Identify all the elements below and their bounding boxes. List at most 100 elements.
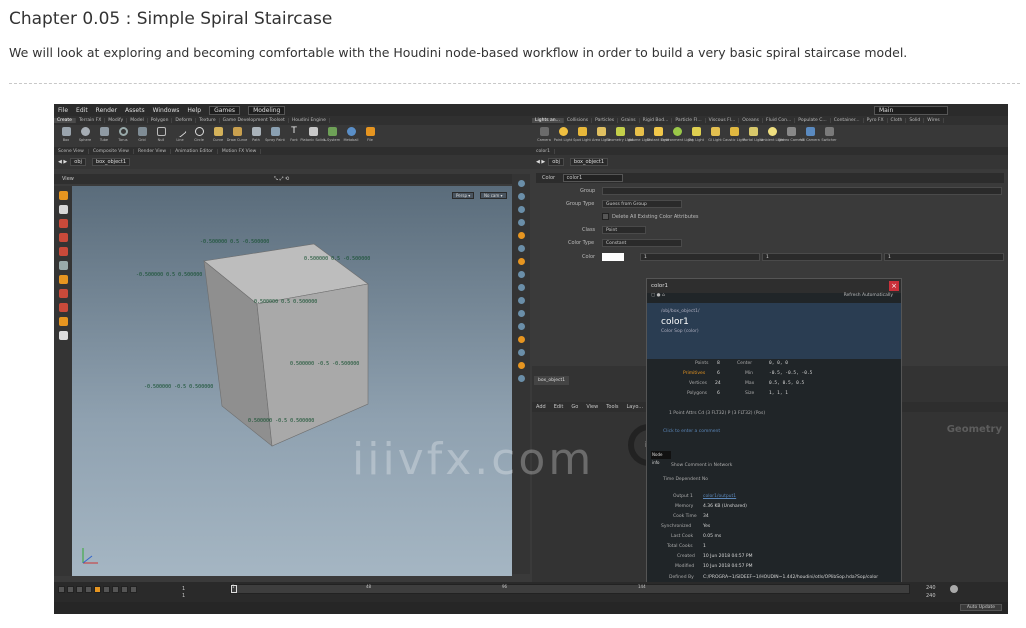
desktop-right-select[interactable]: Modeling — [248, 105, 286, 115]
shelf-tab[interactable]: Collisions — [564, 118, 593, 123]
path-seg[interactable]: obj — [548, 158, 564, 166]
shelf-tab[interactable]: Cloth — [888, 118, 907, 123]
tool-platonic[interactable]: Platonic Solids — [300, 125, 326, 145]
display-option-icon[interactable] — [517, 232, 525, 239]
tool-distant-light[interactable]: Distant Light — [647, 125, 669, 145]
stop-icon[interactable] — [94, 586, 101, 593]
display-option-icon[interactable] — [517, 206, 525, 213]
group-type-select[interactable]: Guess from Group — [602, 200, 682, 208]
render-icon[interactable] — [58, 317, 68, 326]
snap-icon[interactable]: ⤡ ⤢ ⟲ — [274, 176, 289, 182]
tool-switcher[interactable]: Switcher — [821, 125, 837, 145]
shelf-tab[interactable]: Model — [127, 118, 148, 123]
path-seg[interactable]: obj — [70, 158, 86, 166]
output-link[interactable]: color1/output1 — [703, 494, 736, 499]
shelf-tab[interactable]: Pyro FX — [864, 118, 888, 123]
tool-box[interactable]: Box — [58, 125, 74, 145]
node-name-field[interactable]: color1 — [562, 174, 624, 182]
play-reverse-icon[interactable] — [85, 586, 92, 593]
network-tab[interactable]: box_object1 — [534, 376, 570, 385]
menu-file[interactable]: File — [58, 107, 68, 114]
tool-metaball[interactable]: Metaball — [343, 125, 359, 145]
shelf-tab[interactable]: Deform — [172, 118, 197, 123]
shelf-tab[interactable]: Polygon — [148, 118, 173, 123]
show-comment-label[interactable]: Show Comment in Network — [671, 463, 732, 468]
main-desktop-select[interactable]: Main — [874, 105, 948, 115]
color-type-select[interactable]: Constant — [602, 239, 682, 247]
display-option-icon[interactable] — [517, 284, 525, 291]
display-option-icon[interactable] — [517, 219, 525, 226]
tool-line[interactable]: Line — [172, 125, 188, 145]
shelf-tab[interactable]: Lights an... — [532, 118, 564, 123]
end-frame-field-2[interactable]: 240 — [926, 593, 936, 599]
color-swatch[interactable] — [602, 253, 624, 261]
shelf-tab[interactable]: Texture — [196, 118, 220, 123]
shelf-tab[interactable]: Modify — [105, 118, 128, 123]
tool-portal-light[interactable]: Portal Light — [743, 125, 763, 145]
shelf-tab[interactable]: Fluid Con... — [763, 118, 796, 123]
display-option-icon[interactable] — [517, 375, 525, 382]
shelf-tab[interactable]: Particle FI... — [672, 118, 706, 123]
pose-icon[interactable] — [58, 275, 68, 284]
camera-menu[interactable]: No cam ▾ — [480, 192, 507, 199]
back-arrow-icon[interactable]: ◀ ▶ — [58, 159, 67, 165]
shelf-tab[interactable]: Rigid Bod... — [640, 118, 673, 123]
refresh-auto-label[interactable]: Refresh Automatically — [844, 293, 893, 298]
shelf-tab[interactable]: Container... — [831, 118, 864, 123]
tab-animation-editor[interactable]: Animation Editor — [171, 148, 218, 154]
display-option-icon[interactable] — [517, 271, 525, 278]
net-menu-layout[interactable]: Layo... — [627, 404, 644, 410]
menu-windows[interactable]: Windows — [153, 107, 180, 114]
net-menu-go[interactable]: Go — [571, 404, 578, 410]
color-g-field[interactable]: 1 — [762, 253, 882, 261]
color-b-field[interactable]: 1 — [884, 253, 1004, 261]
tool-gi-light[interactable]: GI Light — [707, 125, 723, 145]
net-menu-tools[interactable]: Tools — [606, 404, 618, 410]
tool-tube[interactable]: Tube — [96, 125, 112, 145]
display-option-icon[interactable] — [517, 245, 525, 252]
handle-icon[interactable] — [58, 261, 68, 270]
menu-render[interactable]: Render — [96, 107, 117, 114]
shelf-tab[interactable]: Oceans — [739, 118, 763, 123]
tool-vr-camera[interactable]: VR Camera — [800, 125, 820, 145]
light-icon[interactable] — [58, 331, 68, 340]
display-option-icon[interactable] — [517, 310, 525, 317]
auto-update-button[interactable]: Auto Update — [959, 604, 1002, 611]
magnet-icon[interactable] — [58, 289, 68, 298]
tab-scene-view[interactable]: Scene View — [54, 148, 89, 154]
net-menu-view[interactable]: View — [586, 404, 598, 410]
tool-grid[interactable]: Grid — [134, 125, 150, 145]
move-icon[interactable] — [58, 219, 68, 228]
pin-icon[interactable]: ▢ ● ⌂ — [651, 293, 665, 298]
display-option-icon[interactable] — [517, 258, 525, 265]
tool-camera[interactable]: Camera — [536, 125, 552, 145]
arrow-icon[interactable] — [58, 205, 68, 214]
display-option-icon[interactable] — [517, 297, 525, 304]
snap-tool-icon[interactable] — [58, 303, 68, 312]
menu-help[interactable]: Help — [187, 107, 201, 114]
tool-draw-curve[interactable]: Draw Curve — [227, 125, 247, 145]
shelf-tab[interactable]: Grains — [618, 118, 640, 123]
display-option-icon[interactable] — [517, 180, 525, 187]
shelf-tab[interactable]: Houdini Engine — [289, 118, 330, 123]
rotate-icon[interactable] — [58, 233, 68, 242]
shelf-tab[interactable]: Wires — [924, 118, 944, 123]
tool-point-light[interactable]: Point Light — [554, 125, 572, 145]
menu-edit[interactable]: Edit — [76, 107, 88, 114]
jump-end-icon[interactable] — [130, 586, 137, 593]
net-menu-add[interactable]: Add — [536, 404, 546, 410]
shelf-tab[interactable]: Viscous Fl... — [706, 118, 740, 123]
tool-torus[interactable]: Torus — [115, 125, 131, 145]
comment-field[interactable]: Click to enter a comment — [663, 429, 720, 434]
shelf-tab[interactable]: Populate C... — [795, 118, 831, 123]
display-option-icon[interactable] — [517, 336, 525, 343]
tab-color[interactable]: color1 — [532, 148, 555, 154]
tool-environment-light[interactable]: Environment Light — [661, 125, 693, 145]
tool-path[interactable]: Path — [248, 125, 264, 145]
group-field[interactable] — [602, 187, 1002, 195]
key-icon[interactable] — [950, 585, 958, 593]
tool-circle[interactable]: Circle — [191, 125, 207, 145]
tab-motion-fx-view[interactable]: Motion FX View — [218, 148, 262, 154]
menu-assets[interactable]: Assets — [125, 107, 145, 114]
tool-font[interactable]: T Font — [286, 125, 302, 145]
